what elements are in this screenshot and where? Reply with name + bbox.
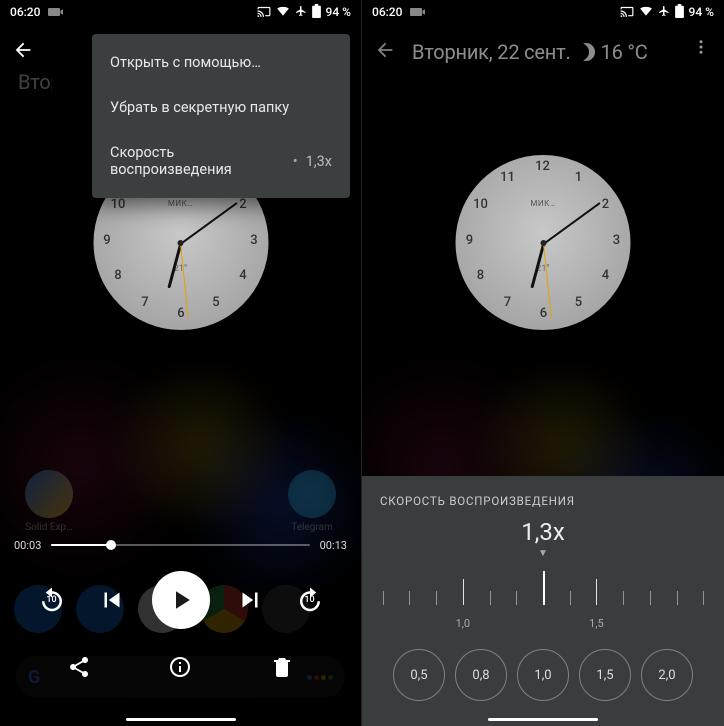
skip-previous-button[interactable] [92, 580, 132, 620]
pane-right: 06:20 94 % Вторник, 22 сент. 16 °C [362, 0, 724, 726]
play-button[interactable] [152, 571, 210, 629]
skip-next-button[interactable] [230, 580, 270, 620]
page-title: Вторник, 22 сент. [18, 70, 52, 94]
status-time: 06:20 [372, 5, 402, 19]
overflow-button[interactable] [692, 38, 710, 60]
page-title: Вторник, 22 сент. 16 °C [412, 40, 648, 64]
status-bar: 06:20 94 % [0, 0, 361, 24]
overflow-menu: Открыть с помощью… Убрать в секретную па… [92, 34, 350, 198]
speed-chips: 0,5 0,8 1,0 1,5 2,0 [362, 649, 724, 701]
speed-chip[interactable]: 1,0 [517, 649, 569, 701]
rewind-10-button[interactable]: 10 [32, 580, 72, 620]
seek-bar[interactable] [51, 544, 309, 546]
back-button[interactable] [374, 39, 396, 65]
battery-percent: 94 % [689, 5, 714, 19]
ruler-label: 1,0 [456, 617, 471, 630]
back-button[interactable] [12, 39, 34, 65]
clock-city: МИК… [168, 199, 193, 208]
video-controls: 00:03 00:13 10 [0, 531, 361, 726]
time-duration: 00:13 [320, 539, 347, 552]
menu-label: Убрать в секретную папку [110, 99, 289, 116]
speed-current-value: 1,3x [362, 518, 724, 546]
menu-move-secret[interactable]: Убрать в секретную папку [92, 85, 350, 130]
playback-speed-panel: СКОРОСТЬ ВОСПРОИЗВЕДЕНИЯ 1,3x ▼ 1,0 1,5 … [362, 476, 724, 726]
battery-icon [312, 4, 321, 21]
menu-label: Скорость воспроизведения [110, 144, 285, 178]
menu-open-with[interactable]: Открыть с помощью… [92, 40, 350, 85]
time-elapsed: 00:03 [14, 539, 41, 552]
airplane-icon [658, 5, 670, 20]
info-button[interactable] [160, 647, 200, 687]
wifi-icon [276, 5, 290, 20]
menu-label: Открыть с помощью… [110, 54, 261, 71]
cast-icon [257, 5, 271, 20]
menu-speed-value: 1,3x [306, 153, 332, 170]
speed-chip[interactable]: 2,0 [641, 649, 693, 701]
speed-chip[interactable]: 1,5 [579, 649, 631, 701]
camera-icon [48, 8, 60, 16]
share-button[interactable] [59, 647, 99, 687]
airplane-icon [295, 5, 307, 20]
temp-text: 16 °C [601, 40, 648, 64]
pane-left: 06:20 94 % Вторник, 22 сент. Открыть с [0, 0, 362, 726]
menu-playback-speed[interactable]: Скорость воспроизведения • 1,3x [92, 130, 350, 192]
speed-chip[interactable]: 0,8 [455, 649, 507, 701]
speed-panel-title: СКОРОСТЬ ВОСПРОИЗВЕДЕНИЯ [362, 494, 724, 518]
wifi-icon [639, 5, 653, 20]
status-bar: 06:20 94 % [362, 0, 724, 24]
speed-chip[interactable]: 0,5 [393, 649, 445, 701]
speed-ruler[interactable] [376, 567, 710, 617]
cast-icon [620, 5, 634, 20]
seek-thumb[interactable] [106, 540, 116, 550]
moon-icon [577, 43, 595, 61]
home-indicator[interactable] [488, 718, 598, 721]
delete-button[interactable] [262, 647, 302, 687]
battery-icon [675, 4, 684, 21]
status-time: 06:20 [10, 5, 40, 19]
battery-percent: 94 % [326, 5, 351, 19]
camera-icon [410, 8, 422, 16]
caret-down-icon: ▼ [362, 548, 724, 559]
ruler-label: 1,5 [589, 617, 604, 630]
forward-10-button[interactable]: 10 [290, 580, 330, 620]
clock-city: МИК… [530, 199, 555, 208]
date-text: Вторник, 22 сент. [412, 40, 571, 64]
home-indicator[interactable] [126, 718, 236, 721]
clock-widget: МИК… 21° 12 1 2 3 4 5 6 7 8 9 10 11 [456, 155, 631, 330]
